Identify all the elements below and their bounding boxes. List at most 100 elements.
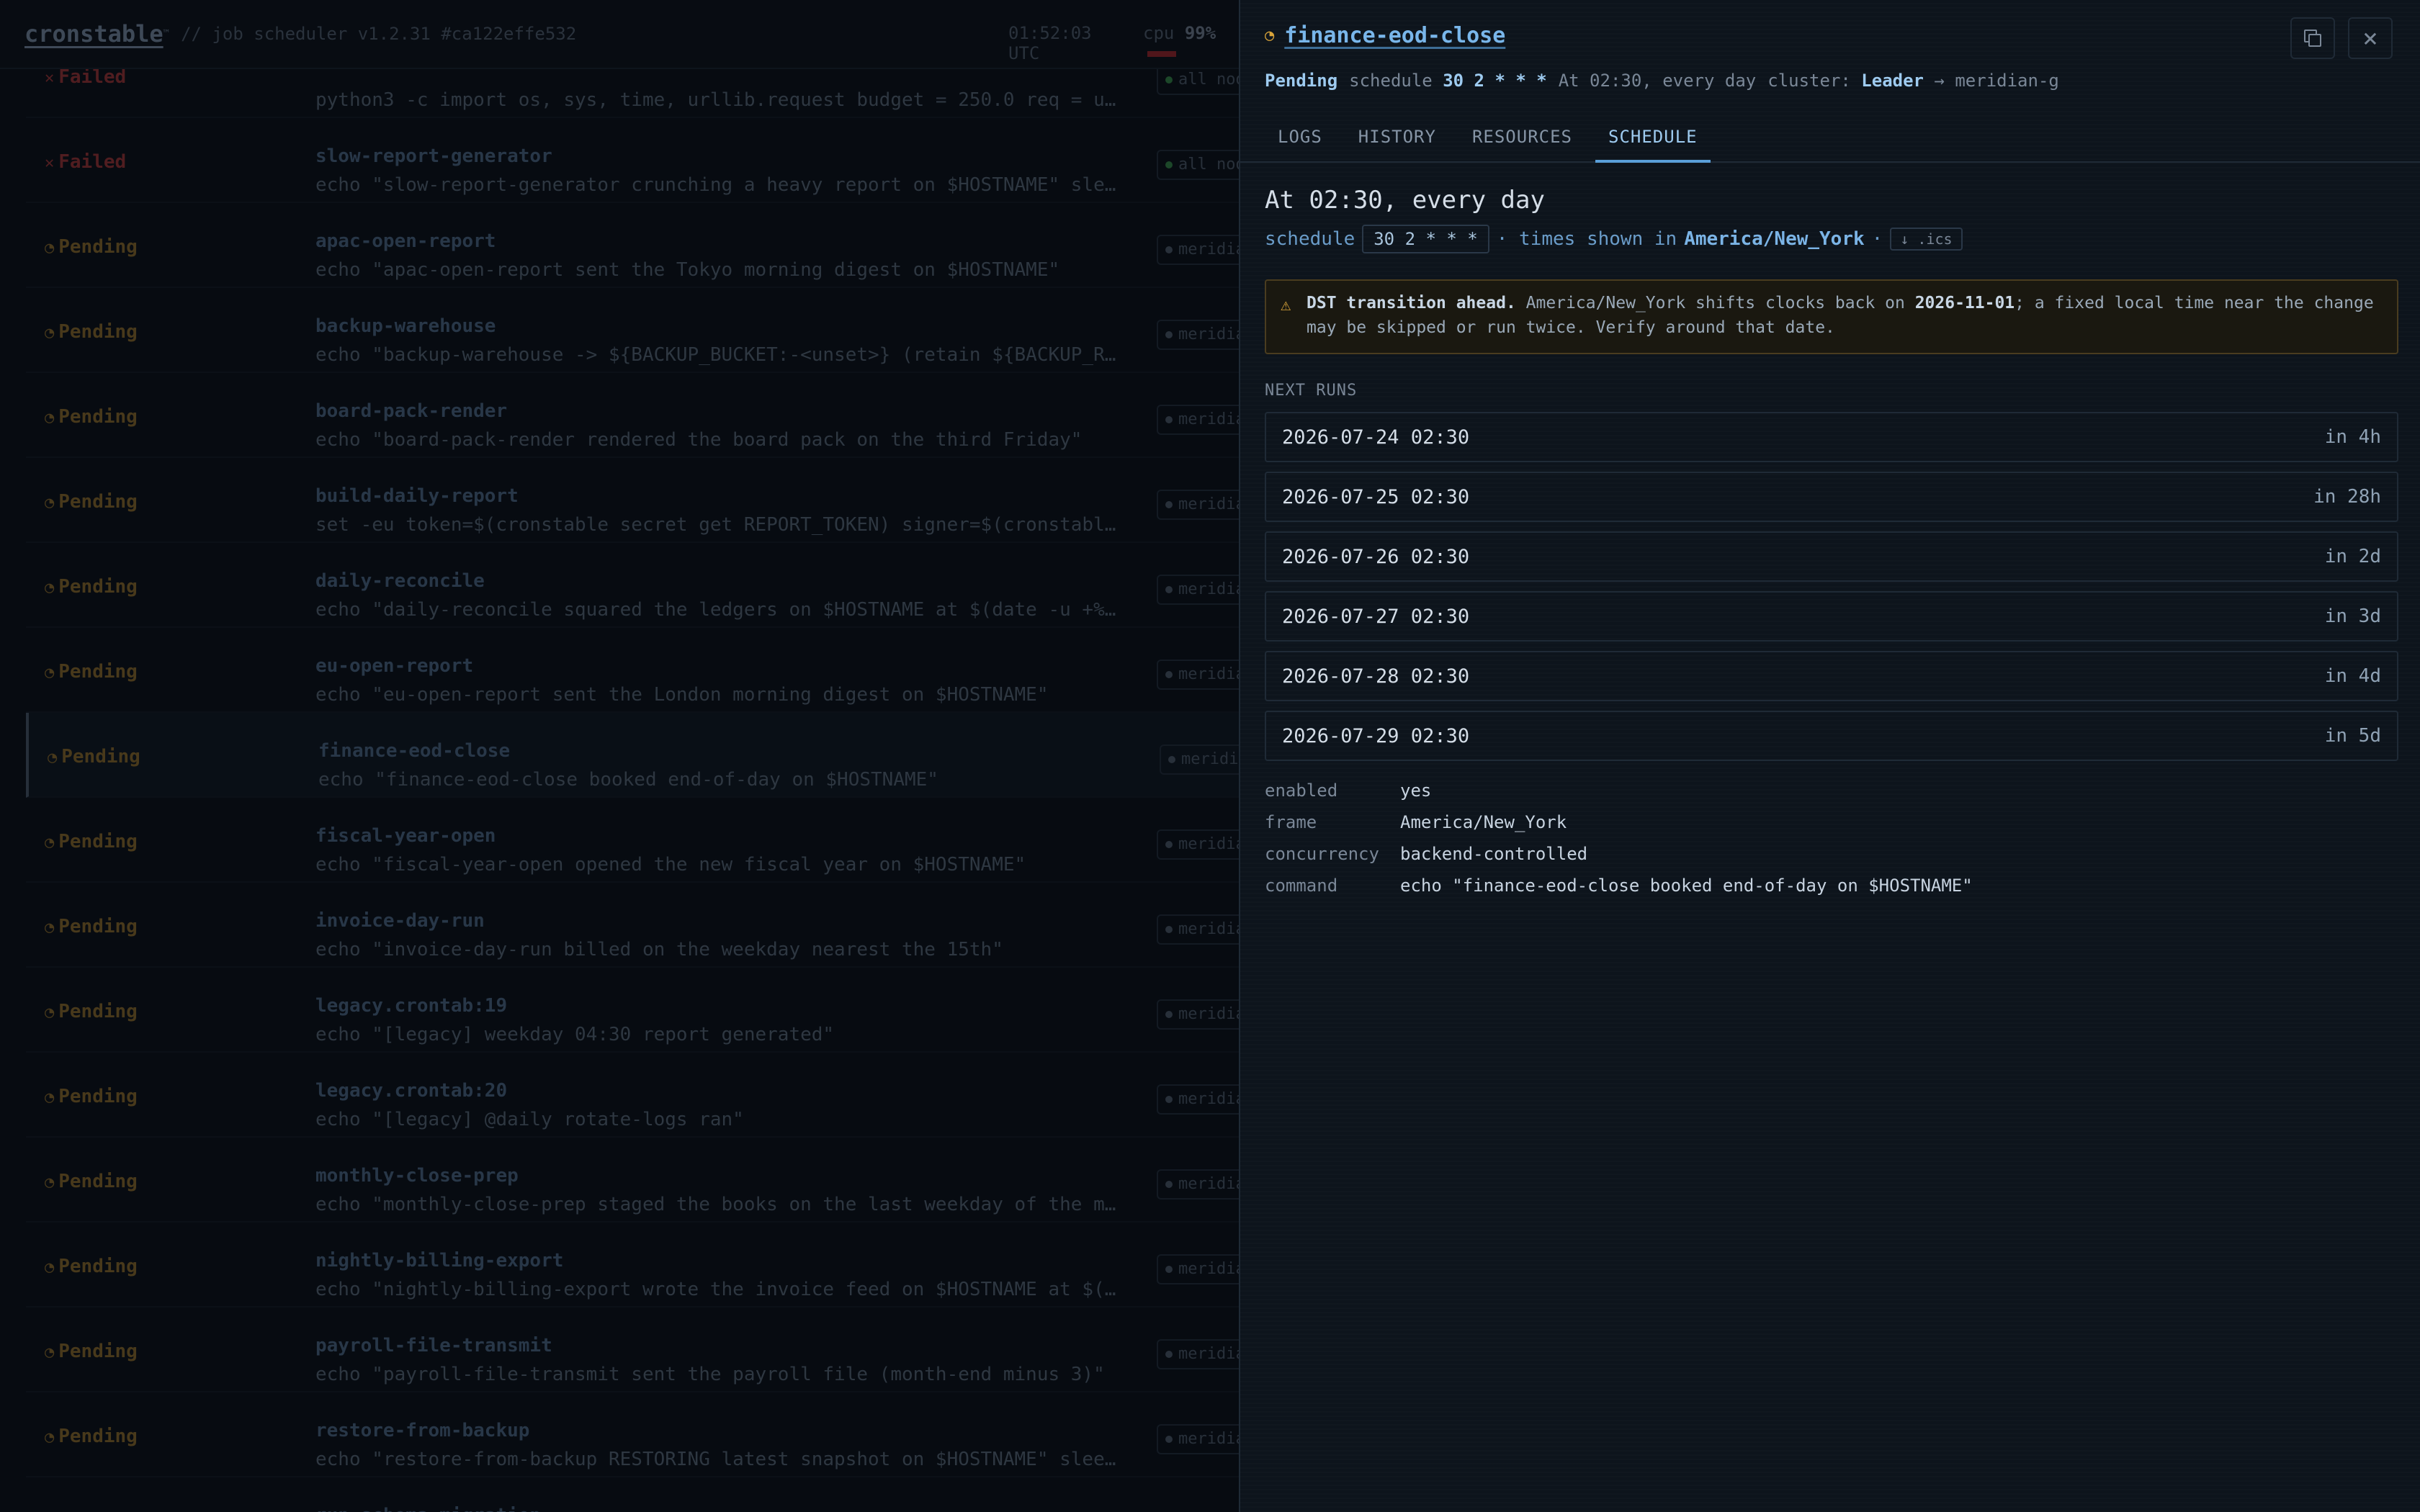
job-row[interactable]: ◔ Pending fiscal-year-open echo "fiscal-yea… <box>26 798 1240 883</box>
cron-chip[interactable]: 30 2 * * * <box>1362 225 1489 253</box>
tab-schedule[interactable]: SCHEDULE <box>1595 115 1711 163</box>
job-name[interactable]: fiscal-year-open <box>315 825 496 847</box>
job-row[interactable]: ✕ Failed slow-report-generator echo "slow-r… <box>26 118 1240 203</box>
run-datetime: 2026-07-27 02:30 <box>1282 605 1470 628</box>
drawer-header: ◔ finance-eod-close <box>1265 23 1505 48</box>
job-name[interactable]: backup-warehouse <box>315 315 496 337</box>
schedule-summary-label: schedule <box>1265 228 1355 250</box>
pending-icon: ◔ <box>45 324 55 342</box>
job-row[interactable]: ◔ Pending legacy.crontab:20 echo "[legacy] … <box>26 1053 1240 1138</box>
job-target-tag: meridian-g <box>1157 575 1240 605</box>
job-name[interactable]: build-daily-report <box>315 485 519 507</box>
timezone-value: America/New_York <box>1684 228 1865 250</box>
job-row[interactable]: ◔ Pending eu-open-report echo "eu-open-repo… <box>26 628 1240 713</box>
schedule-label: schedule <box>1349 71 1433 91</box>
run-datetime: 2026-07-24 02:30 <box>1282 426 1470 449</box>
job-row[interactable]: ◔ Pending legacy.crontab:19 echo "[legacy] … <box>26 968 1240 1053</box>
job-target-tag: meridian-g <box>1157 235 1240 265</box>
copy-icon <box>2304 30 2321 47</box>
copy-button[interactable] <box>2290 17 2335 59</box>
target-dot-icon <box>1165 1266 1173 1273</box>
job-status: ✕ Failed <box>45 151 127 173</box>
job-row[interactable]: ◔ Pending apac-open-report echo "apac-open-… <box>26 203 1240 288</box>
job-row[interactable]: run-schema-migration <box>26 1477 1240 1512</box>
cluster-role: Leader <box>1861 71 1924 91</box>
drawer-title[interactable]: finance-eod-close <box>1284 23 1505 48</box>
job-target-tag: all nodes <box>1157 65 1240 95</box>
detail-row: frame America/New_York <box>1265 812 1973 844</box>
job-name[interactable]: board-pack-render <box>315 400 507 422</box>
job-row[interactable]: ◔ Pending daily-reconcile echo "daily-recon… <box>26 543 1240 628</box>
job-name[interactable]: finance-eod-close <box>318 740 510 762</box>
job-row[interactable]: ◔ Pending nightly-billing-export echo "nigh… <box>26 1223 1240 1308</box>
run-datetime: 2026-07-26 02:30 <box>1282 545 1470 568</box>
tab-logs[interactable]: LOGS <box>1265 115 1335 163</box>
separator-dot: · <box>1871 228 1883 250</box>
tab-history[interactable]: HISTORY <box>1345 115 1449 163</box>
job-name[interactable]: legacy.crontab:19 <box>315 995 507 1017</box>
job-name[interactable]: daily-reconcile <box>315 570 485 592</box>
target-dot-icon <box>1165 246 1173 253</box>
top-bar: cronstable ™ // job scheduler v1.2.31 #ca… <box>0 0 1240 69</box>
job-command: echo "nightly-billing-export wrote the i… <box>315 1279 1116 1300</box>
pending-icon: ◔ <box>45 1344 55 1362</box>
target-dot-icon <box>1165 76 1173 84</box>
job-name[interactable]: payroll-file-transmit <box>315 1335 552 1356</box>
job-row[interactable]: ◔ Pending restore-from-backup echo "restore… <box>26 1392 1240 1477</box>
job-row[interactable]: ◔ Pending monthly-close-prep echo "monthly-… <box>26 1138 1240 1223</box>
warning-title: DST transition ahead. <box>1307 294 1516 312</box>
job-name[interactable]: eu-open-report <box>315 655 473 677</box>
app-logo[interactable]: cronstable <box>24 20 163 48</box>
next-run-row: 2026-07-24 02:30 in 4h <box>1265 412 2398 462</box>
job-row[interactable]: ◔ Pending build-daily-report set -eu token=… <box>26 458 1240 543</box>
job-status: ✕ Failed <box>45 66 127 88</box>
next-runs-label: NEXT RUNS <box>1265 382 1358 400</box>
drawer-meta: Pending schedule 30 2 * * * At 02:30, ev… <box>1265 71 2059 91</box>
job-name[interactable]: legacy.crontab:20 <box>315 1080 507 1102</box>
job-name[interactable]: slow-report-generator <box>315 145 552 167</box>
cluster-label: cluster: <box>1767 71 1851 91</box>
detail-value: echo "finance-eod-close booked end-of-da… <box>1400 876 1973 896</box>
job-name[interactable]: nightly-billing-export <box>315 1250 563 1272</box>
target-dot-icon <box>1165 926 1173 933</box>
run-datetime: 2026-07-28 02:30 <box>1282 665 1470 688</box>
detail-key: command <box>1265 876 1338 896</box>
download-ics-button[interactable]: ↓ .ics <box>1890 228 1963 251</box>
close-button[interactable]: × <box>2348 17 2393 59</box>
close-icon: × <box>2362 23 2378 53</box>
job-row[interactable]: ◔ Pending backup-warehouse echo "backup-war… <box>26 288 1240 373</box>
job-name[interactable]: run-schema-migration <box>315 1505 541 1512</box>
pending-icon: ◔ <box>45 1174 55 1192</box>
pending-icon: ◔ <box>45 1428 55 1446</box>
job-target-tag: meridian-g <box>1157 490 1240 520</box>
job-target-tag: all nodes <box>1157 150 1240 180</box>
job-status: ◔ Pending <box>45 916 138 937</box>
schedule-human: At 02:30, every day <box>1558 71 1757 91</box>
job-command: echo "board-pack-render rendered the boa… <box>315 429 1083 451</box>
job-command: echo "payroll-file-transmit sent the pay… <box>315 1364 1105 1385</box>
job-command: echo "backup-warehouse -> ${BACKUP_BUCKE… <box>315 344 1116 366</box>
job-status: ◔ Pending <box>45 576 138 598</box>
job-row[interactable]: ◔ Pending board-pack-render echo "board-pac… <box>26 373 1240 458</box>
run-relative: in 5d <box>2324 725 2381 747</box>
utc-clock: 01:52:03 UTC <box>1008 23 1092 63</box>
job-status: ◔ Pending <box>45 1086 138 1107</box>
job-row[interactable]: ◔ Pending invoice-day-run echo "invoice-day… <box>26 883 1240 968</box>
job-name[interactable]: apac-open-report <box>315 230 496 252</box>
warning-line2: may be skipped or run twice. Verify arou… <box>1307 318 1835 337</box>
cron-expression: 30 2 * * * <box>1443 71 1547 91</box>
job-name[interactable]: monthly-close-prep <box>315 1165 519 1187</box>
job-name[interactable]: restore-from-backup <box>315 1420 529 1441</box>
status-badge: Pending <box>1265 71 1338 91</box>
target-dot-icon <box>1168 756 1175 763</box>
detail-key: enabled <box>1265 780 1338 801</box>
job-status: ◔ Pending <box>48 746 140 768</box>
next-run-row: 2026-07-25 02:30 in 28h <box>1265 472 2398 522</box>
target-dot-icon <box>1165 841 1173 848</box>
tab-resources[interactable]: RESOURCES <box>1459 115 1585 163</box>
schedule-heading: At 02:30, every day <box>1265 186 1545 215</box>
job-row[interactable]: ◔ Pending finance-eod-close echo "finance-e… <box>26 713 1240 798</box>
job-row[interactable]: ◔ Pending payroll-file-transmit echo "payro… <box>26 1308 1240 1392</box>
job-name[interactable]: invoice-day-run <box>315 910 485 932</box>
drawer-tabs: LOGS HISTORY RESOURCES SCHEDULE <box>1240 115 2420 163</box>
